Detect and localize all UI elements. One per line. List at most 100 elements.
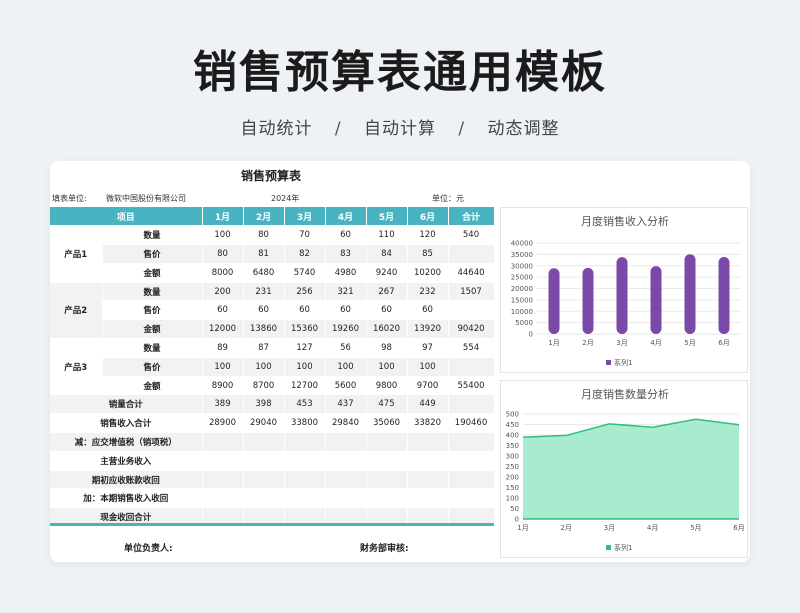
table-cell: 13860 xyxy=(243,319,285,340)
y-tick-label: 40000 xyxy=(511,240,533,248)
table-cell: 97 xyxy=(407,338,449,358)
spreadsheet-card: 销售预算表 填表单位: 微软中国股份有限公司 2024年 单位：元 项目 1月 2月… xyxy=(50,161,750,562)
column-header: 3月 xyxy=(284,207,326,227)
x-tick-label: 6月 xyxy=(733,524,744,532)
y-tick-label: 20000 xyxy=(511,285,533,293)
table-cell: 84 xyxy=(366,244,408,264)
summary-row: 销售收入合计 28900 29040 33800 29840 35060 33820 1904… xyxy=(50,413,495,434)
x-tick-label: 2月 xyxy=(560,524,571,532)
tag-auto-stats: 自动统计 xyxy=(240,119,313,139)
summary-row: 减：应交增值税（销项税） xyxy=(50,432,495,452)
column-header: 2月 xyxy=(243,207,285,227)
table-cell: 29040 xyxy=(243,413,285,434)
revenue-chart: 月度销售收入分析 0 5000 10000 15000 20000 25000 30000 35… xyxy=(500,207,748,373)
table-cell xyxy=(325,470,367,490)
table-cell xyxy=(284,488,326,509)
table-row: 售价 80 81 82 83 84 85 xyxy=(50,244,495,264)
table-cell xyxy=(448,357,495,377)
y-tick-label: 300 xyxy=(506,453,519,461)
y-tick-label: 15000 xyxy=(511,296,533,304)
table-cell: 120 xyxy=(407,225,449,246)
table-cell: 90420 xyxy=(448,319,495,340)
table-cell: 321 xyxy=(325,282,367,302)
row-label: 数量 xyxy=(102,225,203,246)
table-row: 产品3 数量 89 87 127 56 98 97 554 xyxy=(50,338,495,396)
chart-title: 月度销售收入分析 xyxy=(581,214,669,228)
table-cell: 60 xyxy=(325,225,367,246)
summary-label: 销量合计 xyxy=(50,394,203,415)
table-cell: 44640 xyxy=(448,263,495,283)
table-cell: 10200 xyxy=(407,263,449,283)
row-label: 售价 xyxy=(102,300,203,321)
table-cell: 29840 xyxy=(325,413,367,434)
y-tick-label: 400 xyxy=(506,432,519,440)
currency-label: 单位：元 xyxy=(432,194,464,203)
table-cell xyxy=(202,451,244,471)
table-cell xyxy=(366,488,408,509)
table-cell: 475 xyxy=(366,394,408,415)
unit-value: 微软中国股份有限公司 xyxy=(106,194,186,203)
table-cell xyxy=(448,244,495,264)
table-cell xyxy=(202,432,244,452)
quantity-chart-svg: 月度销售数量分析 0 50 100 150 200 250 300 350 400 450 500 1月… xyxy=(506,387,745,552)
page-title: 销售预算表通用模板 xyxy=(193,47,607,98)
table-cell xyxy=(407,470,449,490)
tag-separator: / xyxy=(458,119,466,139)
feature-tags: 自动统计 / 自动计算 / 动态调整 xyxy=(0,114,800,139)
y-tick-label: 0 xyxy=(529,331,533,339)
table-cell: 8000 xyxy=(202,263,244,283)
table-cell: 87 xyxy=(243,338,285,358)
table-cell: 80 xyxy=(202,244,244,264)
table-cell xyxy=(202,488,244,509)
table-cell xyxy=(407,432,449,452)
row-label: 金额 xyxy=(102,376,203,396)
sign-finance-label: 财务部审核: xyxy=(360,544,409,554)
table-cell: 85 xyxy=(407,244,449,264)
x-tick-label: 3月 xyxy=(604,524,615,532)
product-name: 产品1 xyxy=(50,225,103,283)
column-header: 项目 xyxy=(50,207,203,227)
table-cell xyxy=(325,488,367,509)
column-header: 6月 xyxy=(407,207,449,227)
x-tick-label: 6月 xyxy=(718,339,729,347)
table-cell: 8700 xyxy=(243,376,285,396)
table-cell: 35060 xyxy=(366,413,408,434)
table-cell: 60 xyxy=(366,300,408,321)
table-cell: 232 xyxy=(407,282,449,302)
y-tick-label: 250 xyxy=(506,463,519,471)
table-cell xyxy=(202,470,244,490)
year-label: 2024年 xyxy=(271,194,300,203)
table-cell: 100 xyxy=(284,357,326,377)
bar xyxy=(684,254,696,334)
legend-swatch xyxy=(606,545,611,550)
table-cell: 8900 xyxy=(202,376,244,396)
quantity-chart: 月度销售数量分析 0 50 100 150 200 250 300 350 400 450 500 1月… xyxy=(500,380,748,558)
bar xyxy=(616,257,628,334)
table-bottom-border xyxy=(50,523,494,526)
x-tick-label: 3月 xyxy=(616,339,627,347)
table-cell: 100 xyxy=(243,357,285,377)
table-cell: 453 xyxy=(284,394,326,415)
table-cell: 15360 xyxy=(284,319,326,340)
table-cell: 540 xyxy=(448,225,495,246)
area-fill xyxy=(523,419,739,519)
sheet-title: 销售预算表 xyxy=(240,169,301,183)
table-cell: 60 xyxy=(243,300,285,321)
summary-label: 减：应交增值税（销项税） xyxy=(50,432,203,452)
table-cell xyxy=(284,470,326,490)
table-cell xyxy=(243,470,285,490)
y-tick-label: 10000 xyxy=(511,308,533,316)
table-cell xyxy=(243,432,285,452)
summary-row: 销量合计 389 398 453 437 475 449 xyxy=(50,394,495,415)
table-cell: 267 xyxy=(366,282,408,302)
table-cell xyxy=(448,451,495,471)
table-cell: 70 xyxy=(284,225,326,246)
x-tick-label: 5月 xyxy=(684,339,695,347)
table-cell xyxy=(448,394,495,415)
unit-label: 填表单位: xyxy=(52,194,87,203)
table-cell xyxy=(284,451,326,471)
table-cell: 80 xyxy=(243,225,285,246)
table-cell: 127 xyxy=(284,338,326,358)
table-cell: 89 xyxy=(202,338,244,358)
table-cell: 100 xyxy=(202,357,244,377)
